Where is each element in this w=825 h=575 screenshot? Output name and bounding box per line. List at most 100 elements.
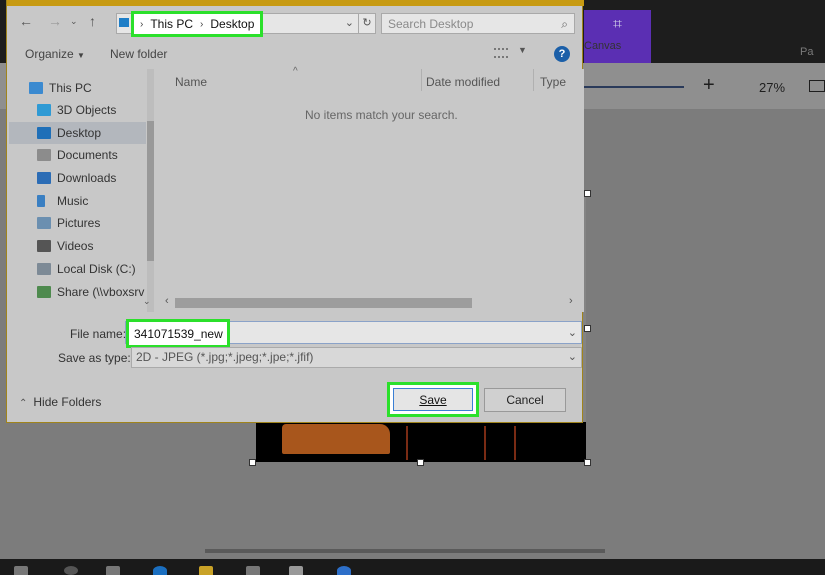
zoom-slider[interactable]: [584, 86, 684, 88]
pictures-icon: [37, 217, 51, 229]
file-name-input[interactable]: [129, 322, 227, 345]
pc-icon: [29, 82, 43, 94]
help-icon[interactable]: ?: [554, 46, 570, 62]
resize-handle[interactable]: [417, 459, 424, 466]
resize-handle[interactable]: [584, 325, 591, 332]
search-input[interactable]: [382, 14, 552, 33]
chevron-down-icon[interactable]: ⌄: [143, 296, 151, 307]
back-arrow-icon[interactable]: ←: [19, 13, 33, 29]
new-folder-button[interactable]: New folder: [110, 47, 167, 61]
resize-handle[interactable]: [249, 459, 256, 466]
nav-pane-scrollbar[interactable]: [147, 69, 154, 312]
app-icon[interactable]: [289, 566, 303, 575]
canvas-tab-label: Canvas: [584, 40, 622, 52]
refresh-icon[interactable]: ↻: [359, 13, 376, 34]
file-name-field[interactable]: ⌄: [125, 319, 582, 348]
nav-item-documents[interactable]: Documents: [37, 144, 118, 166]
cancel-button[interactable]: Cancel: [484, 388, 566, 412]
3d-objects-icon: [37, 104, 51, 116]
navigation-pane: This PC 3D Objects Desktop Documents Dow…: [9, 69, 154, 312]
breadcrumb[interactable]: › This PC › Desktop: [131, 11, 264, 37]
nav-item-3d-objects[interactable]: 3D Objects: [37, 99, 116, 121]
dialog-titlebar: [7, 0, 584, 6]
start-icon[interactable]: [14, 566, 28, 575]
column-divider[interactable]: [421, 69, 422, 91]
column-header-type[interactable]: Type: [540, 75, 566, 89]
nav-item-music[interactable]: Music: [37, 190, 88, 212]
nav-item-share[interactable]: Share (\\vboxsrv: [37, 281, 144, 303]
pc-icon: [119, 18, 129, 27]
up-arrow-icon[interactable]: ↑: [89, 13, 96, 29]
caret-down-icon: ▼: [77, 51, 85, 60]
column-header-name[interactable]: Name: [175, 75, 207, 89]
file-list-scrollbar[interactable]: ‹ ›: [159, 295, 579, 310]
task-view-icon[interactable]: [106, 566, 120, 575]
image-line: [514, 426, 516, 460]
chevron-left-icon[interactable]: ‹: [165, 295, 169, 307]
search-icon[interactable]: ⌕: [561, 17, 568, 32]
hide-folders-button[interactable]: ⌃ Hide Folders: [19, 395, 101, 409]
canvas-tab[interactable]: ⌗ Canvas: [584, 10, 651, 63]
file-explorer-icon[interactable]: [199, 566, 213, 575]
nav-item-pictures[interactable]: Pictures: [37, 212, 100, 234]
save-as-type-label: Save as type:: [58, 351, 131, 365]
nav-item-this-pc[interactable]: This PC: [29, 77, 92, 99]
dialog-toolbar: Organize ▼ New folder ▼ ?: [7, 42, 584, 66]
downloads-icon: [37, 172, 51, 184]
breadcrumb-this-pc[interactable]: This PC: [150, 17, 193, 31]
organize-button[interactable]: Organize ▼: [25, 47, 85, 61]
resize-handle[interactable]: [584, 190, 591, 197]
empty-results-message: No items match your search.: [305, 108, 458, 122]
taskbar: [0, 559, 825, 575]
search-box[interactable]: ⌕: [381, 13, 575, 34]
recent-dropdown-icon[interactable]: ⌄: [70, 16, 78, 27]
chevron-right-icon: ›: [140, 18, 144, 30]
save-button[interactable]: Save: [393, 388, 473, 411]
workspace-scrollbar[interactable]: [205, 549, 605, 553]
paint3d-icon[interactable]: [337, 566, 351, 575]
address-bar[interactable]: › This PC › Desktop ⌄: [116, 11, 359, 37]
image-line: [484, 426, 486, 460]
desktop-icon: [37, 127, 51, 139]
save-button-highlight: Save: [387, 382, 479, 417]
column-header-date-modified[interactable]: Date modified: [426, 75, 500, 89]
file-list-pane: ^ Name Date modified Type No items match…: [159, 66, 584, 312]
chevron-right-icon[interactable]: ›: [569, 295, 573, 307]
save-as-dialog: ← → ⌄ ↑ › This PC › Desktop ⌄ ↻ ⌕ Organi…: [6, 0, 584, 423]
image-line: [406, 426, 408, 460]
search-icon[interactable]: [64, 566, 78, 575]
view-options-icon[interactable]: [494, 48, 508, 58]
image-icon[interactable]: [809, 80, 825, 92]
image-orange-shape: [282, 424, 390, 454]
breadcrumb-desktop[interactable]: Desktop: [210, 17, 254, 31]
next-tab-label[interactable]: Pa: [800, 46, 813, 58]
save-as-type-select[interactable]: 2D - JPEG (*.jpg;*.jpeg;*.jpe;*.jfif) ⌄: [131, 347, 582, 368]
resize-handle[interactable]: [584, 459, 591, 466]
network-drive-icon: [37, 286, 51, 298]
nav-item-local-disk[interactable]: Local Disk (C:): [37, 258, 136, 280]
caret-down-icon[interactable]: ▼: [518, 45, 527, 55]
chevron-down-icon[interactable]: ⌄: [568, 348, 577, 367]
music-icon: [37, 195, 45, 207]
store-icon[interactable]: [246, 566, 260, 575]
forward-arrow-icon[interactable]: →: [48, 13, 62, 29]
edge-icon[interactable]: [153, 566, 167, 575]
zoom-in-button[interactable]: +: [703, 74, 715, 97]
videos-icon: [37, 240, 51, 252]
chevron-right-icon: ›: [200, 18, 204, 30]
chevron-down-icon[interactable]: ⌄: [345, 16, 354, 29]
scrollbar-thumb[interactable]: [147, 121, 154, 261]
column-divider[interactable]: [533, 69, 534, 91]
chevron-down-icon[interactable]: ⌄: [568, 326, 577, 339]
chevron-up-icon: ⌃: [19, 398, 28, 409]
documents-icon: [37, 149, 51, 161]
nav-item-videos[interactable]: Videos: [37, 235, 93, 257]
scrollbar-thumb[interactable]: [175, 298, 472, 308]
file-name-label: File name:: [70, 327, 127, 341]
zoom-level: 27%: [759, 80, 786, 95]
sort-caret-icon: ^: [293, 66, 298, 77]
file-name-highlight[interactable]: [126, 319, 230, 348]
disk-icon: [37, 263, 51, 275]
nav-item-downloads[interactable]: Downloads: [37, 167, 116, 189]
nav-item-desktop[interactable]: Desktop: [9, 122, 146, 144]
